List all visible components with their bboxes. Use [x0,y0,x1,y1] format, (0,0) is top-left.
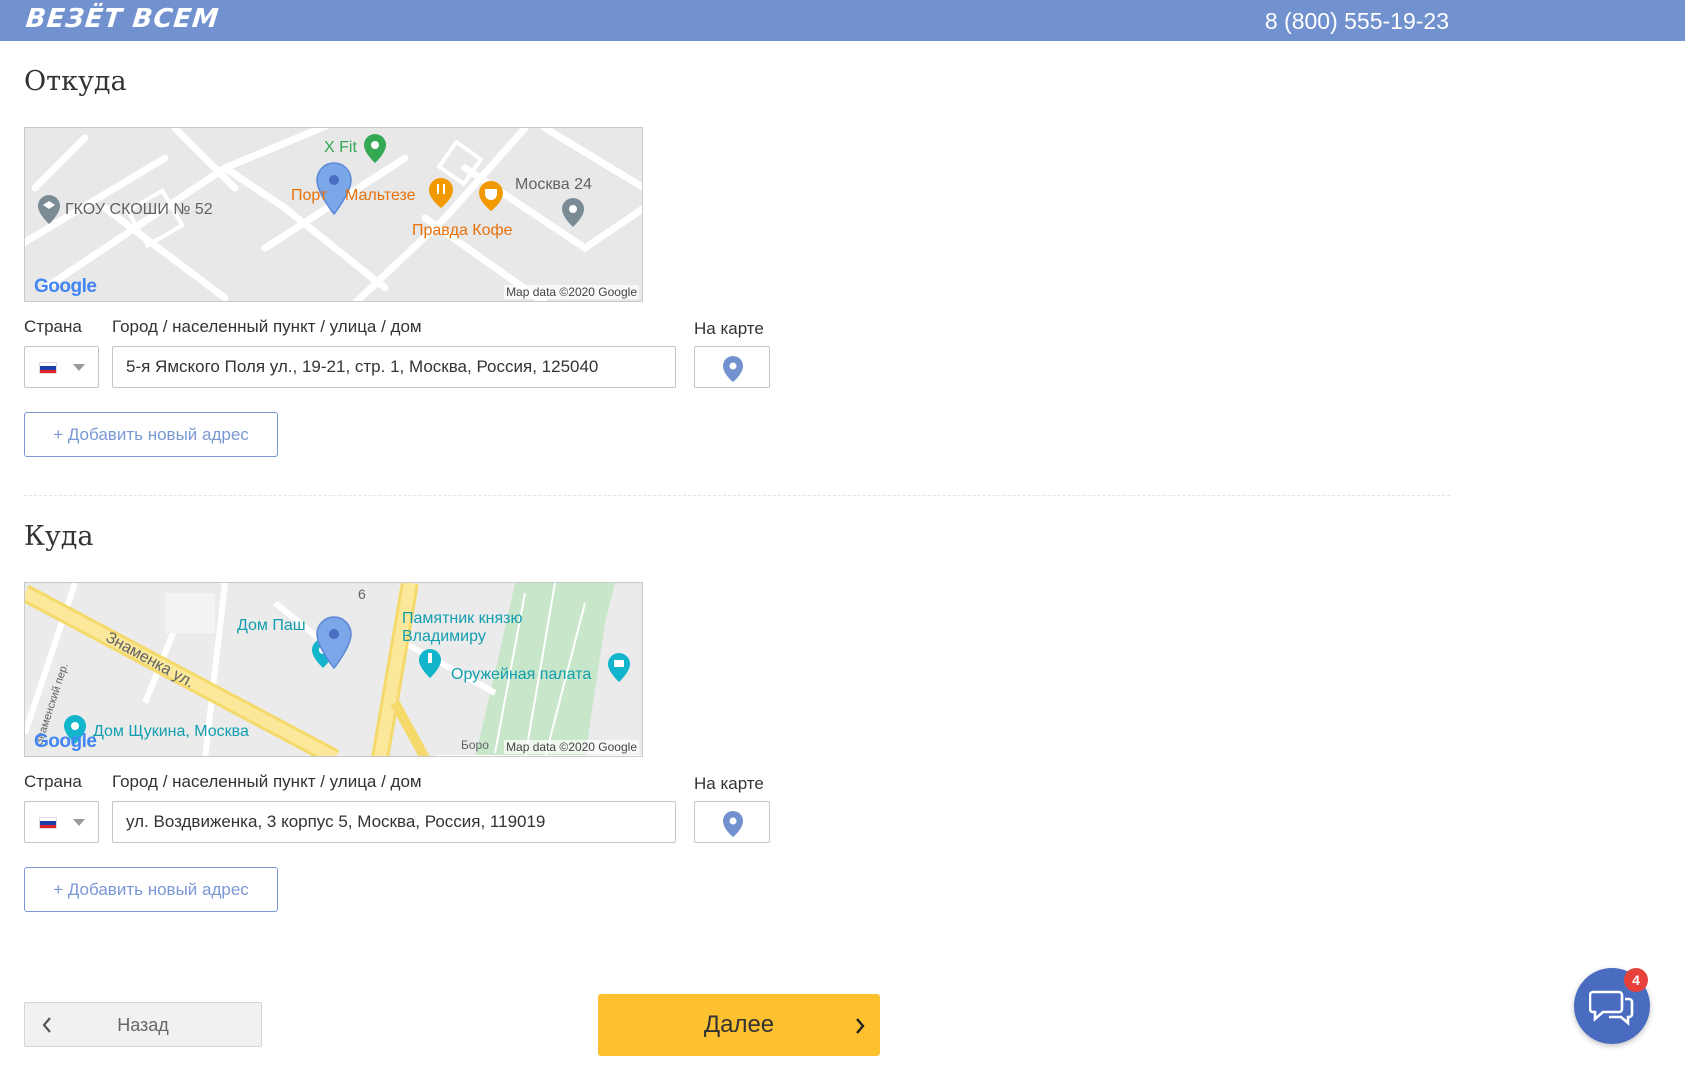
to-add-address-button[interactable]: + Добавить новый адрес [24,867,278,912]
map-label-shchukin: Дом Щукина, Москва [93,723,249,740]
to-show-on-map-button[interactable] [694,801,770,843]
moskva24-pin-icon [562,198,584,227]
chat-notification-badge: 4 [1624,968,1648,992]
from-section-title: Откуда [24,66,127,97]
map-label-boro: Боро [461,738,489,752]
map-label-route6: 6 [358,586,366,602]
google-logo: Google [34,731,97,752]
monument-pin-icon [419,649,441,678]
russia-flag-icon [39,817,57,829]
to-map[interactable]: 6 Дом Паш Знаменка ул. Знаменский пер. П… [24,582,643,757]
back-button[interactable]: Назад [24,1002,262,1047]
top-header: ВЕЗЁТ ВСЕМ 8 (800) 555-19-23 [0,0,1685,41]
pravda-pin-icon [479,181,503,211]
chevron-down-icon [73,819,85,826]
map-label-dom-pash: Дом Паш [237,617,306,634]
from-country-select[interactable] [24,346,99,388]
map-label-xfit: X Fit [324,139,357,156]
map-pin-icon [723,356,743,382]
xfit-pin-icon [364,134,386,163]
to-country-select[interactable] [24,801,99,843]
from-add-address-button[interactable]: + Добавить новый адрес [24,412,278,457]
from-country-label: Страна [24,317,82,336]
armory-pin-icon [608,653,630,682]
from-address-label: Город / населенный пункт / улица / дом [112,317,422,336]
phone-number[interactable]: 8 (800) 555-19-23 [1265,8,1449,35]
to-country-label: Страна [24,772,82,791]
map-label-pravda: Правда Кофе [412,222,513,239]
site-logo[interactable]: ВЕЗЁТ ВСЕМ [24,4,220,34]
maltese-pin-icon [429,178,453,208]
to-on-map-label: На карте [694,774,764,793]
map-attribution: Map data ©2020 Google [504,740,639,754]
from-map[interactable]: X Fit Порт Мальтезе Москва 24 ГКОУ СКОШИ… [24,127,643,302]
to-section-title: Куда [24,521,94,552]
map-label-port: Порт [291,187,328,204]
to-address-label: Город / населенный пункт / улица / дом [112,772,422,791]
map-label-maltese: Мальтезе [345,187,416,204]
map-label-monument: Памятник князю [402,610,523,627]
from-address-input[interactable] [112,346,676,388]
google-logo: Google [34,276,97,297]
section-divider [24,495,1450,496]
back-button-label: Назад [117,1015,169,1035]
map-label-armory: Оружейная палата [451,666,592,683]
next-button[interactable]: Далее [598,994,880,1056]
from-show-on-map-button[interactable] [694,346,770,388]
chevron-right-icon [856,1018,865,1034]
map-attribution: Map data ©2020 Google [504,285,639,299]
map-pin-icon [723,811,743,837]
map-label-moskva24: Москва 24 [515,176,592,193]
school-pin-icon [38,195,60,224]
chat-bubbles-icon [1589,990,1634,1026]
map-label-monument-2: Владимиру [402,628,486,645]
next-button-label: Далее [703,1011,775,1038]
russia-flag-icon [39,362,57,374]
from-on-map-label: На карте [694,319,764,338]
chevron-down-icon [73,364,85,371]
map-label-school: ГКОУ СКОШИ № 52 [65,201,213,218]
to-address-input[interactable] [112,801,676,843]
